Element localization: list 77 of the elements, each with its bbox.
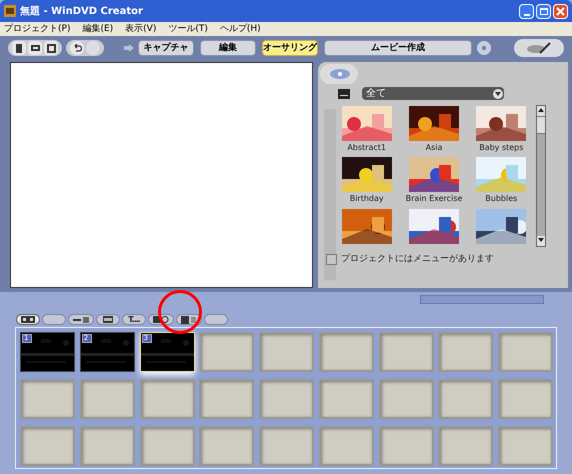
empty-slot[interactable] xyxy=(259,332,314,372)
step-tab[interactable]: 編集 xyxy=(200,40,256,56)
annotation-circle xyxy=(157,289,203,335)
empty-slot[interactable] xyxy=(498,379,554,419)
empty-slot[interactable] xyxy=(80,379,135,419)
step-tab[interactable]: キャプチャ xyxy=(138,40,194,56)
empty-slot[interactable] xyxy=(438,426,494,466)
scroll-thumb[interactable] xyxy=(537,116,545,134)
empty-slot[interactable] xyxy=(378,426,434,466)
app-icon xyxy=(4,5,16,17)
empty-slot[interactable] xyxy=(318,426,374,466)
zoom-icon xyxy=(153,316,169,324)
empty-slot[interactable] xyxy=(498,426,554,466)
storyboard-tab[interactable] xyxy=(68,314,94,325)
template-label: Baby steps xyxy=(479,144,524,152)
template-label: Abstract1 xyxy=(347,144,386,152)
empty-slot[interactable] xyxy=(20,379,75,419)
menu-item[interactable]: ツール(T) xyxy=(168,24,208,34)
empty-slot[interactable] xyxy=(140,379,195,419)
empty-slot[interactable] xyxy=(498,332,554,372)
empty-slot[interactable] xyxy=(318,379,374,419)
empty-slot[interactable] xyxy=(259,379,314,419)
close-button[interactable] xyxy=(553,4,568,18)
empty-slot[interactable] xyxy=(199,426,254,466)
storyboard-tab[interactable] xyxy=(96,314,120,325)
split-icon xyxy=(73,316,89,322)
menu-item[interactable]: 表示(V) xyxy=(125,24,156,34)
save-icon[interactable] xyxy=(44,41,58,55)
step-tab[interactable]: オーサリング xyxy=(262,40,318,56)
empty-slot[interactable] xyxy=(20,426,75,466)
menu-item[interactable]: 編集(E) xyxy=(82,24,114,34)
empty-slot[interactable] xyxy=(438,379,494,419)
template-item[interactable]: Brain Exercise xyxy=(403,156,465,207)
scroll-up-icon[interactable] xyxy=(537,106,545,116)
burn-button[interactable] xyxy=(514,39,564,57)
close-icon xyxy=(556,6,565,16)
empty-slot[interactable] xyxy=(318,332,374,372)
template-label: Brain Exercise xyxy=(406,195,462,204)
template-item[interactable]: Bubbles xyxy=(470,156,532,207)
menu-tab[interactable] xyxy=(320,64,358,84)
storyboard-tab[interactable]: T.... xyxy=(122,314,146,325)
empty-slot[interactable] xyxy=(199,379,254,419)
undo-icon[interactable] xyxy=(70,41,84,55)
film-icon xyxy=(103,316,113,323)
template-item[interactable]: Abstract1 xyxy=(336,105,398,156)
screen-icon xyxy=(338,88,350,98)
empty-slot[interactable] xyxy=(80,426,135,466)
empty-slot[interactable] xyxy=(199,332,254,372)
empty-slot[interactable] xyxy=(259,426,314,466)
arrow-icon xyxy=(124,44,134,52)
list-icon xyxy=(181,316,197,324)
checkbox-label: プロジェクトにはメニューがあります xyxy=(341,253,494,266)
disc-icon xyxy=(476,40,492,56)
minimize-button[interactable] xyxy=(519,4,534,18)
maximize-button[interactable] xyxy=(536,4,551,18)
empty-slot[interactable] xyxy=(378,332,434,372)
menu-item[interactable]: プロジェクト(P) xyxy=(4,24,70,34)
empty-slot[interactable] xyxy=(438,332,494,372)
scrollbar[interactable] xyxy=(536,105,546,247)
checkbox[interactable] xyxy=(326,254,337,266)
step-tab[interactable]: ムービー作成 xyxy=(324,40,472,56)
template-item[interactable]: Baby steps xyxy=(470,105,532,156)
storyboard-tab[interactable] xyxy=(16,314,40,325)
template-label: Birthday xyxy=(350,195,384,204)
filter-dropdown[interactable]: 全て xyxy=(362,87,504,100)
disc-pen-icon xyxy=(526,42,552,54)
new-file-icon[interactable] xyxy=(12,41,26,55)
scroll-down-icon[interactable] xyxy=(537,236,545,246)
template-item[interactable]: Birthday xyxy=(336,156,398,207)
empty-slot[interactable] xyxy=(140,426,195,466)
template-label: Asia xyxy=(426,144,442,152)
empty-slot[interactable] xyxy=(378,379,434,419)
chapters-icon xyxy=(21,316,35,323)
template-item[interactable]: Asia xyxy=(403,105,465,156)
menu-item[interactable]: ヘルプ(H) xyxy=(220,24,261,34)
template-label: Bubbles xyxy=(485,195,518,204)
window-title: 無題 - WinDVD Creator xyxy=(20,4,143,18)
